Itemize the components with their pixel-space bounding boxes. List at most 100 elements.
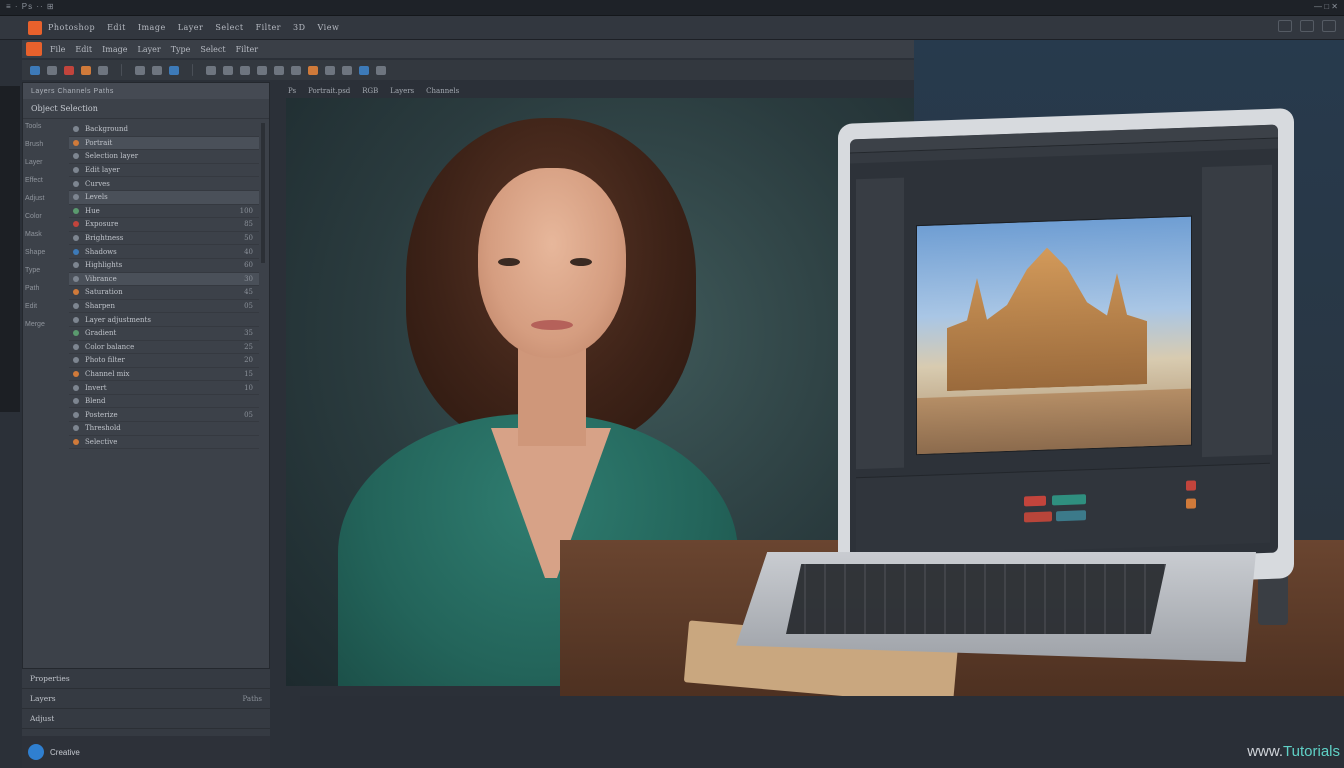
layer-visibility-icon[interactable] bbox=[73, 357, 79, 364]
layer-row[interactable]: Highlights 60 bbox=[69, 259, 259, 273]
frame-tool-icon[interactable] bbox=[359, 65, 369, 75]
panel-scrollbar[interactable] bbox=[261, 123, 265, 263]
side-label[interactable]: Layer bbox=[25, 159, 65, 166]
side-label[interactable]: Effect bbox=[25, 177, 65, 184]
heal-tool-icon[interactable] bbox=[308, 65, 318, 75]
doc-tab[interactable]: Layers bbox=[390, 87, 414, 95]
layer-row[interactable]: Gradient 35 bbox=[69, 327, 259, 341]
panel-row[interactable]: Properties bbox=[22, 669, 270, 689]
option-item[interactable]: Edit bbox=[75, 45, 92, 54]
layer-visibility-icon[interactable] bbox=[73, 316, 79, 323]
side-label[interactable]: Color bbox=[25, 213, 65, 220]
layer-row[interactable]: Blend bbox=[69, 395, 259, 409]
layer-row[interactable]: Photo filter 20 bbox=[69, 354, 259, 368]
layer-visibility-icon[interactable] bbox=[73, 330, 79, 337]
layer-row[interactable]: Selective bbox=[69, 436, 259, 450]
gradient-tool-icon[interactable] bbox=[169, 65, 179, 75]
layer-visibility-icon[interactable] bbox=[73, 289, 79, 296]
layer-visibility-icon[interactable] bbox=[73, 425, 79, 432]
layer-visibility-icon[interactable] bbox=[73, 207, 79, 214]
layer-row[interactable]: Shadows 40 bbox=[69, 245, 259, 259]
doc-tab[interactable]: Portrait.psd bbox=[308, 87, 350, 95]
layer-visibility-icon[interactable] bbox=[73, 303, 79, 310]
brush-tool-icon[interactable] bbox=[135, 65, 145, 75]
side-label[interactable]: Brush bbox=[25, 141, 65, 148]
panel-row[interactable]: Layers Paths bbox=[22, 689, 270, 709]
menu-item[interactable]: View bbox=[318, 23, 340, 32]
layer-row[interactable]: Layer adjustments bbox=[69, 313, 259, 327]
layer-row[interactable]: Posterize 05 bbox=[69, 408, 259, 423]
layer-visibility-icon[interactable] bbox=[73, 180, 79, 187]
side-label[interactable]: Mask bbox=[25, 231, 65, 238]
eyedropper-tool-icon[interactable] bbox=[98, 65, 108, 75]
option-item[interactable]: Select bbox=[200, 45, 225, 54]
hand-tool-icon[interactable] bbox=[257, 65, 267, 75]
layer-visibility-icon[interactable] bbox=[73, 194, 79, 201]
side-label[interactable]: Shape bbox=[25, 249, 65, 256]
shape-tool-icon[interactable] bbox=[240, 65, 250, 75]
zoom-tool-icon[interactable] bbox=[274, 65, 284, 75]
window-controls[interactable]: — □ ✕ bbox=[1314, 2, 1338, 11]
layer-visibility-icon[interactable] bbox=[73, 275, 79, 282]
layer-visibility-icon[interactable] bbox=[73, 398, 79, 405]
panel-tabs[interactable]: Layers Channels Paths bbox=[23, 83, 269, 99]
menu-item[interactable]: Image bbox=[138, 23, 166, 32]
option-item[interactable]: Filter bbox=[236, 45, 258, 54]
marquee-tool-icon[interactable] bbox=[47, 65, 57, 75]
layer-visibility-icon[interactable] bbox=[73, 126, 79, 133]
doc-tab[interactable]: Ps bbox=[288, 87, 296, 95]
settings-icon[interactable] bbox=[376, 65, 386, 75]
pen-tool-icon[interactable] bbox=[206, 65, 216, 75]
doc-tab[interactable]: Channels bbox=[426, 87, 459, 95]
menu-item[interactable]: Layer bbox=[178, 23, 204, 32]
layer-visibility-icon[interactable] bbox=[73, 139, 79, 146]
user-avatar-icon[interactable] bbox=[28, 744, 44, 760]
layer-row[interactable]: Sharpen 05 bbox=[69, 300, 259, 314]
menu-item[interactable]: 3D bbox=[293, 23, 306, 32]
layer-visibility-icon[interactable] bbox=[73, 343, 79, 350]
layer-visibility-icon[interactable] bbox=[73, 235, 79, 242]
layer-visibility-icon[interactable] bbox=[73, 370, 79, 377]
layer-row[interactable]: Vibrance 30 bbox=[69, 272, 259, 287]
layer-row[interactable]: Levels bbox=[69, 190, 259, 205]
layer-row[interactable]: Saturation 45 bbox=[69, 286, 259, 300]
layer-row[interactable]: Curves bbox=[69, 177, 259, 191]
side-label[interactable]: Merge bbox=[25, 321, 65, 328]
layer-visibility-icon[interactable] bbox=[73, 153, 79, 160]
layer-row[interactable]: Edit layer bbox=[69, 164, 259, 178]
doc-tab[interactable]: RGB bbox=[362, 87, 378, 95]
maximize-button[interactable] bbox=[1300, 20, 1314, 32]
select-tool-icon[interactable] bbox=[291, 65, 301, 75]
layer-visibility-icon[interactable] bbox=[73, 411, 79, 418]
layer-row[interactable]: Exposure 85 bbox=[69, 218, 259, 232]
menu-item[interactable]: Filter bbox=[256, 23, 281, 32]
side-label[interactable]: Type bbox=[25, 267, 65, 274]
dodge-tool-icon[interactable] bbox=[325, 65, 335, 75]
layer-row[interactable]: Invert 10 bbox=[69, 381, 259, 395]
option-item[interactable]: Layer bbox=[138, 45, 161, 54]
option-item[interactable]: Image bbox=[102, 45, 127, 54]
menu-item[interactable]: Select bbox=[215, 23, 243, 32]
menu-item[interactable]: Edit bbox=[107, 23, 126, 32]
layer-row[interactable]: Background bbox=[69, 123, 259, 137]
close-button[interactable] bbox=[1322, 20, 1336, 32]
option-item[interactable]: Type bbox=[171, 45, 191, 54]
lasso-tool-icon[interactable] bbox=[64, 65, 74, 75]
clone-tool-icon[interactable] bbox=[152, 65, 162, 75]
layer-visibility-icon[interactable] bbox=[73, 262, 79, 269]
layer-visibility-icon[interactable] bbox=[73, 438, 79, 445]
side-label[interactable]: Path bbox=[25, 285, 65, 292]
move-tool-icon[interactable] bbox=[30, 65, 40, 75]
layer-row[interactable]: Hue 100 bbox=[69, 205, 259, 219]
text-tool-icon[interactable] bbox=[223, 65, 233, 75]
side-label[interactable]: Edit bbox=[25, 303, 65, 310]
layer-row[interactable]: Channel mix 15 bbox=[69, 368, 259, 382]
layer-row[interactable]: Brightness 50 bbox=[69, 232, 259, 246]
layer-row[interactable]: Selection layer bbox=[69, 150, 259, 164]
crop-tool-icon[interactable] bbox=[81, 65, 91, 75]
menu-item[interactable]: Photoshop bbox=[48, 23, 95, 32]
smudge-tool-icon[interactable] bbox=[342, 65, 352, 75]
layer-row[interactable]: Color balance 25 bbox=[69, 341, 259, 355]
side-label[interactable]: Tools bbox=[25, 123, 65, 130]
layer-row[interactable]: Threshold bbox=[69, 422, 259, 436]
